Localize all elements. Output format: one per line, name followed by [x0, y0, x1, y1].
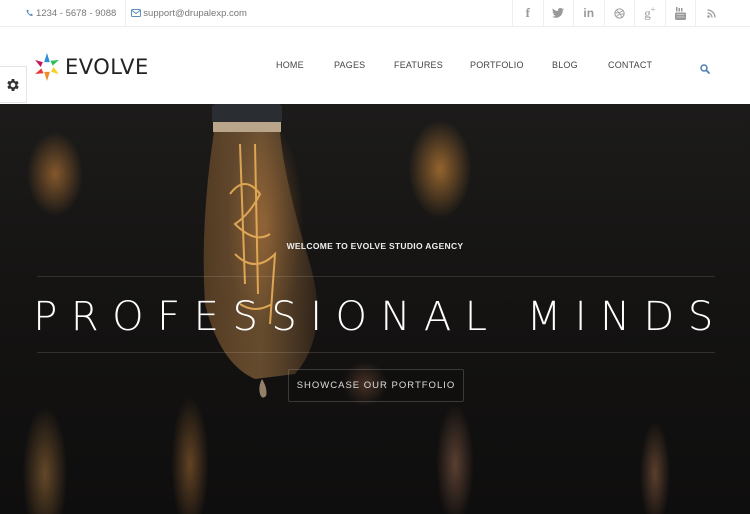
top-bar: 1234 - 5678 - 9088 support@drupalexp.com… — [0, 0, 750, 27]
email-info[interactable]: support@drupalexp.com — [126, 0, 247, 26]
divider-top — [37, 276, 715, 277]
facebook-link[interactable]: f — [513, 0, 544, 26]
linkedin-link[interactable]: in — [574, 0, 605, 26]
nav-blog[interactable]: BLOG — [552, 60, 578, 70]
showcase-portfolio-button[interactable]: SHOWCASE OUR PORTFOLIO — [288, 369, 464, 402]
nav-features[interactable]: FEATURES — [394, 60, 443, 70]
dribbble-link[interactable] — [605, 0, 635, 26]
facebook-icon: f — [525, 5, 530, 20]
nav-contact[interactable]: CONTACT — [608, 60, 652, 70]
google-plus-link[interactable]: g+ — [635, 0, 666, 26]
phone-number: 1234 - 5678 - 9088 — [36, 7, 117, 19]
main-header: EVOLVE HOME PAGES FEATURES PORTFOLIO BLO… — [0, 27, 750, 104]
contact-info: 1234 - 5678 - 9088 support@drupalexp.com — [26, 0, 247, 26]
email-address[interactable]: support@drupalexp.com — [143, 8, 247, 19]
divider-bottom — [37, 352, 715, 353]
rss-link[interactable] — [696, 0, 727, 26]
hero-subtitle: WELCOME TO EVOLVE STUDIO AGENCY — [286, 241, 464, 251]
twitter-icon — [552, 8, 565, 18]
search-button[interactable] — [700, 61, 710, 79]
hero-content: WELCOME TO EVOLVE STUDIO AGENCY PROFESSI… — [0, 104, 750, 514]
nav-portfolio[interactable]: PORTFOLIO — [470, 60, 524, 70]
twitter-link[interactable] — [544, 0, 574, 26]
dribbble-icon — [614, 7, 625, 19]
nav-home[interactable]: HOME — [276, 60, 304, 70]
hero-banner: WELCOME TO EVOLVE STUDIO AGENCY PROFESSI… — [0, 104, 750, 514]
search-icon — [700, 64, 710, 74]
linkedin-icon: in — [583, 6, 595, 20]
google-plus-icon: g+ — [644, 4, 656, 21]
settings-toggle[interactable] — [0, 66, 27, 103]
hero-headline: PROFESSIONAL MINDS — [33, 294, 727, 340]
youtube-icon — [674, 6, 686, 20]
envelope-icon — [131, 9, 142, 17]
phone-icon — [26, 9, 34, 17]
gear-icon — [7, 78, 19, 91]
youtube-link[interactable] — [666, 0, 696, 26]
main-nav: HOME PAGES FEATURES PORTFOLIO BLOG CONTA… — [0, 60, 750, 74]
social-links: f in g+ — [512, 0, 727, 26]
nav-pages[interactable]: PAGES — [334, 60, 365, 70]
phone-info: 1234 - 5678 - 9088 — [26, 0, 127, 26]
rss-icon — [707, 8, 716, 18]
